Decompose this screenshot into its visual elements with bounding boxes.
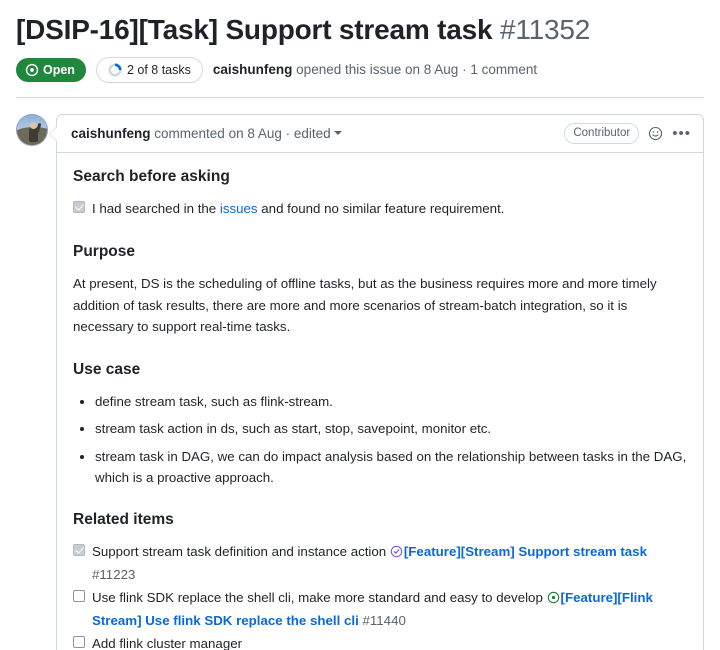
issues-link[interactable]: issues: [220, 201, 258, 216]
status-badge-label: Open: [43, 63, 75, 77]
contributor-badge: Contributor: [564, 123, 640, 144]
comment-byline: caishunfeng commented on 8 Aug · edited: [71, 124, 342, 144]
comment-row: caishunfeng commented on 8 Aug · edited …: [0, 98, 720, 650]
checkbox-searched[interactable]: [73, 201, 85, 214]
issue-closed-completed-icon: [390, 543, 403, 564]
list-item: stream task in DAG, we can do impact ana…: [95, 446, 687, 489]
checkbox-related-2[interactable]: [73, 636, 85, 649]
issue-author-link[interactable]: caishunfeng: [213, 62, 293, 77]
section-heading-usecase: Use case: [73, 360, 141, 378]
issue-page: [DSIP-16][Task] Support stream task #113…: [0, 0, 720, 650]
related-item-text: Support stream task definition and insta…: [92, 544, 390, 560]
usecase-list: define stream task, such as flink-stream…: [73, 391, 687, 488]
issue-opened-icon: [25, 63, 39, 77]
related-items-list: Support stream task definition and insta…: [73, 541, 687, 650]
task-progress-pill[interactable]: 2 of 8 tasks: [95, 57, 203, 83]
section-heading-purpose: Purpose: [73, 242, 136, 260]
comment-author-link[interactable]: caishunfeng: [71, 126, 151, 141]
list-item: stream task action in ds, such as start,…: [95, 418, 687, 439]
list-item: Use flink SDK replace the shell cli, mak…: [73, 587, 687, 631]
issue-meta-row: Open 2 of 8 tasks caishunfeng opened thi…: [16, 57, 704, 97]
section-heading-search: Search before asking: [73, 168, 230, 185]
status-badge-open[interactable]: Open: [16, 58, 86, 82]
smiley-icon[interactable]: [648, 126, 663, 141]
issue-meta-text: caishunfeng opened this issue on 8 Aug ·…: [213, 61, 537, 79]
search-item-text-pre: I had searched in the: [92, 201, 220, 217]
kebab-menu-icon[interactable]: •••: [672, 126, 691, 141]
list-item: Support stream task definition and insta…: [73, 541, 687, 585]
list-item: define stream task, such as flink-stream…: [95, 391, 687, 412]
search-item-text-post: and found no similar feature requirement…: [257, 201, 505, 217]
search-checklist-item: I had searched in the issues and found n…: [73, 198, 687, 219]
avatar[interactable]: [16, 114, 48, 146]
page-title: [DSIP-16][Task] Support stream task #113…: [16, 12, 704, 47]
issue-reference-number: #11223: [92, 567, 136, 583]
purpose-paragraph: At present, DS is the scheduling of offl…: [73, 276, 657, 335]
comment-header-actions: Contributor •••: [564, 123, 691, 144]
checkbox-related-1[interactable]: [73, 590, 85, 603]
task-progress-label: 2 of 8 tasks: [126, 63, 191, 77]
list-item: Add flink cluster manager: [73, 633, 687, 650]
issue-comment-count: 1 comment: [470, 62, 538, 77]
issue-reference-number: #11440: [362, 613, 406, 629]
meta-separator: ·: [462, 62, 467, 77]
comment-action-text: commented on 8 Aug: [154, 125, 282, 141]
comment-box: caishunfeng commented on 8 Aug · edited …: [49, 114, 704, 650]
related-item-text: Use flink SDK replace the shell cli, mak…: [92, 590, 547, 606]
issue-reference-link[interactable]: [Feature][Stream] Support stream task: [404, 544, 647, 559]
issue-open-icon: [547, 589, 560, 610]
comment-separator: ·: [285, 125, 291, 141]
chevron-down-icon[interactable]: [333, 130, 342, 135]
issue-header: [DSIP-16][Task] Support stream task #113…: [0, 0, 720, 97]
comment-body: Search before asking I had searched in t…: [57, 153, 703, 650]
comment-header: caishunfeng commented on 8 Aug · edited …: [57, 115, 703, 153]
checkbox-related-0[interactable]: [73, 544, 85, 557]
issue-number: #11352: [499, 14, 591, 45]
issue-title-text: [DSIP-16][Task] Support stream task: [16, 14, 493, 45]
comment-edited-label[interactable]: edited: [294, 126, 331, 141]
issue-opened-text: opened this issue on 8 Aug: [296, 62, 459, 77]
task-progress-donut-icon: [108, 63, 122, 77]
related-item-text: Add flink cluster manager: [92, 636, 243, 650]
section-heading-related: Related items: [73, 511, 174, 529]
